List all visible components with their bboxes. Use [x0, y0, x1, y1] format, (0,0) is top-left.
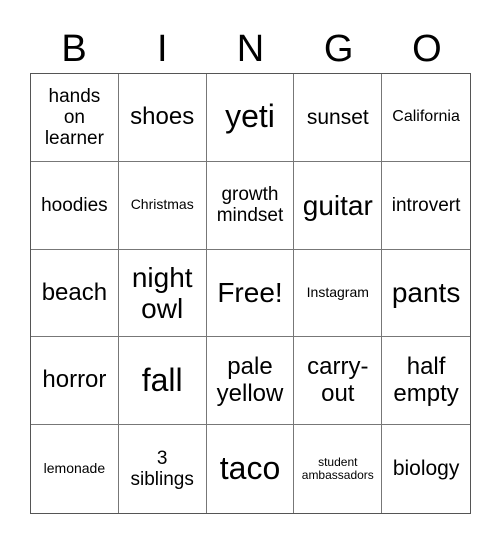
- bingo-cell-label: yeti: [225, 98, 275, 135]
- bingo-cell[interactable]: night owl: [118, 249, 207, 338]
- bingo-cell-label: biology: [392, 457, 460, 481]
- bingo-cell-label: carry-out: [307, 352, 369, 407]
- bingo-cell-label: beach: [41, 278, 108, 306]
- bingo-cell[interactable]: sunset: [294, 74, 383, 162]
- bingo-cell[interactable]: pants: [382, 250, 470, 338]
- bingo-cell[interactable]: horror: [31, 337, 119, 426]
- bingo-cell-label: pants: [391, 277, 461, 309]
- bingo-cell-label: lemonade: [43, 460, 106, 477]
- bingo-cell[interactable]: pale yellow: [206, 337, 295, 426]
- bingo-cell[interactable]: Christmas: [118, 161, 207, 250]
- bingo-cell-label: fall: [141, 361, 183, 398]
- bingo-cell[interactable]: taco: [207, 425, 295, 513]
- header-letter-o: O: [412, 28, 442, 70]
- bingo-cell[interactable]: guitar: [294, 161, 383, 250]
- bingo-cell[interactable]: growth mindset: [206, 161, 295, 250]
- bingo-cell[interactable]: 3 siblings: [119, 425, 207, 513]
- bingo-cell[interactable]: carry-out: [294, 337, 383, 426]
- bingo-cell-label: hoodies: [41, 194, 108, 216]
- bingo-cell-label: hands on learner: [44, 85, 104, 150]
- bingo-cell[interactable]: yeti: [206, 74, 295, 162]
- bingo-cell-label: Free!: [217, 277, 283, 309]
- bingo-cell-label: 3 siblings: [130, 447, 194, 491]
- header-letter-i: I: [157, 28, 168, 70]
- bingo-cell[interactable]: California: [382, 74, 470, 162]
- bingo-cell-label: horror: [42, 366, 107, 394]
- bingo-cell-label: California: [392, 108, 460, 126]
- bingo-cell-label: Instagram: [306, 284, 369, 301]
- bingo-cell-label: taco: [219, 450, 281, 487]
- header-letter-b: B: [61, 28, 87, 70]
- bingo-cell[interactable]: student ambassadors: [294, 425, 383, 513]
- bingo-cell[interactable]: beach: [31, 249, 119, 338]
- bingo-cell-label: introvert: [391, 194, 461, 216]
- bingo-cell[interactable]: hoodies: [31, 161, 119, 250]
- bingo-cell[interactable]: biology: [382, 425, 470, 513]
- header-letter-g: G: [323, 28, 354, 70]
- bingo-cell[interactable]: hands on learner: [31, 74, 119, 162]
- bingo-cell[interactable]: introvert: [382, 162, 470, 250]
- bingo-cell-free[interactable]: Free!: [206, 249, 295, 338]
- bingo-cell-label: student ambassadors: [301, 454, 374, 483]
- bingo-cell[interactable]: Instagram: [294, 249, 383, 338]
- bingo-cell-label: night owl: [131, 261, 193, 324]
- header-letter-n: N: [236, 28, 265, 70]
- bingo-cell-label: Christmas: [130, 196, 194, 213]
- bingo-cell-label: pale yellow: [216, 352, 284, 407]
- bingo-cell[interactable]: lemonade: [31, 425, 119, 513]
- bingo-cell-label: guitar: [302, 189, 373, 221]
- bingo-cell-label: growth mindset: [216, 183, 284, 227]
- bingo-header: B I N G O: [30, 26, 471, 72]
- bingo-cell-label: half empty: [393, 352, 459, 407]
- bingo-card-grid: hands on learner shoes yeti sunset Califor…: [30, 73, 471, 514]
- bingo-cell[interactable]: fall: [118, 337, 207, 426]
- bingo-cell[interactable]: shoes: [118, 74, 207, 162]
- bingo-cell[interactable]: half empty: [382, 337, 470, 426]
- bingo-cell-label: shoes: [130, 102, 195, 130]
- bingo-cell-label: sunset: [306, 105, 369, 129]
